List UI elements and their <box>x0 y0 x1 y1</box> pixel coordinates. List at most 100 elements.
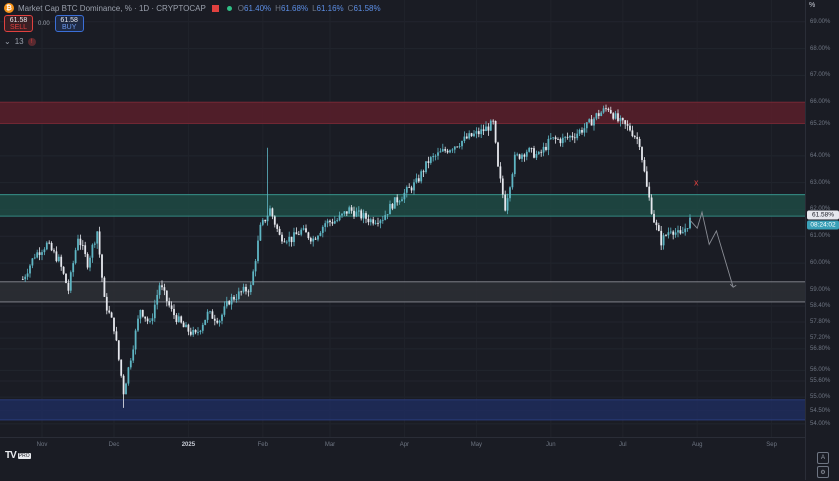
spread-value: 0.00 <box>38 20 50 27</box>
candle-body <box>295 232 298 235</box>
settings-icon[interactable]: ⚙ <box>817 466 829 478</box>
candle-body <box>281 234 283 242</box>
flag-icon[interactable] <box>211 4 219 12</box>
candle-body <box>655 222 658 226</box>
candle-body <box>103 277 106 297</box>
indicator-count[interactable]: 13 <box>15 37 24 46</box>
chevron-down-icon[interactable]: ⌄ <box>4 37 11 46</box>
candle-body <box>561 137 564 144</box>
candle-body <box>446 150 449 153</box>
candle-body <box>302 228 305 230</box>
candle-body <box>564 136 567 138</box>
candle-body <box>223 306 226 315</box>
candle-body <box>170 305 173 309</box>
y-tick-label: 57.80% <box>810 319 831 326</box>
candle-body <box>173 308 175 316</box>
high-value: 61.68% <box>280 3 309 13</box>
x-tick-label: Nov <box>36 442 48 448</box>
candle-body <box>451 149 454 151</box>
candle-body <box>141 309 144 317</box>
percent-scale-button[interactable]: % <box>809 2 815 9</box>
candle-body <box>341 213 343 216</box>
candle-body <box>257 240 259 262</box>
y-tick-label: 66.00% <box>810 99 831 106</box>
candles <box>21 104 691 408</box>
candle-body <box>437 152 439 156</box>
symbol-title[interactable]: Market Cap BTC Dominance, % <box>18 4 132 13</box>
time-axis[interactable]: Nov Dec 2025 Feb Mar Apr May Jun Jul Aug Sep <box>0 437 805 481</box>
price-chart[interactable]: x <box>0 0 805 437</box>
close-value: 61.58% <box>353 3 381 13</box>
chart-header: ₿ Market Cap BTC Dominance, % · 1D · CRY… <box>0 0 805 50</box>
candle-body <box>108 310 111 313</box>
ohlc-values: O61.40% H61.68% L61.16% C61.58% <box>237 3 381 13</box>
candle-body <box>245 286 247 292</box>
candle-body <box>525 151 528 157</box>
candle-body <box>235 298 238 300</box>
candle-body <box>353 210 355 217</box>
candle-body <box>259 224 262 241</box>
y-tick-label: 55.00% <box>810 394 831 401</box>
candle-body <box>593 118 595 126</box>
candle-body <box>187 324 190 332</box>
candle-body <box>619 117 622 122</box>
candle-body <box>161 285 163 288</box>
candle-body <box>24 276 27 280</box>
candle-body <box>547 138 550 150</box>
candle-body <box>465 136 468 139</box>
candle-body <box>569 135 571 138</box>
candle-body <box>79 238 82 246</box>
logo-badge: PRO <box>17 452 31 459</box>
candle-body <box>129 360 132 368</box>
candle-body <box>273 216 276 225</box>
candle-body <box>305 228 307 233</box>
candle-body <box>317 235 319 240</box>
sell-button[interactable]: 61.58 SELL <box>4 15 33 32</box>
candle-body <box>230 296 233 305</box>
candle-body <box>113 317 115 332</box>
candle-body <box>650 197 653 214</box>
candle-body <box>643 159 646 172</box>
candle-body <box>458 146 461 148</box>
x-tick-label: Apr <box>399 442 410 448</box>
candle-body <box>261 219 264 225</box>
candle-body <box>206 311 209 320</box>
candle-body <box>439 151 442 153</box>
candle-body <box>163 287 166 291</box>
candle-body <box>285 241 288 243</box>
candle-body <box>331 222 334 224</box>
auto-scale-button[interactable]: A <box>817 452 829 464</box>
candle-body <box>204 319 207 325</box>
candle-body <box>641 147 643 160</box>
tradingview-logo[interactable]: TV PRO <box>5 450 31 461</box>
candle-body <box>408 186 411 188</box>
candle-body <box>429 157 432 163</box>
candle-body <box>530 148 533 149</box>
y-tick-label: 64.00% <box>810 152 831 159</box>
candle-body <box>614 113 617 119</box>
candle-body <box>420 171 423 182</box>
candle-body <box>523 154 526 157</box>
candle-body <box>209 311 211 313</box>
y-tick-label: 67.00% <box>810 72 831 79</box>
price-axis[interactable]: % 61.58% 08:24:02 69.00% 68.00% 67.00% 66.0… <box>805 0 839 480</box>
candle-body <box>588 119 591 123</box>
candle-body <box>629 125 631 131</box>
candle-body <box>333 221 336 224</box>
target-marker: x <box>694 178 699 188</box>
candle-body <box>290 236 293 243</box>
candle-body <box>329 220 331 223</box>
y-tick-label: 56.80% <box>810 345 831 352</box>
candle-body <box>686 228 689 229</box>
candle-body <box>69 272 72 291</box>
candle-body <box>468 133 471 139</box>
interval-label[interactable]: 1D <box>139 4 149 13</box>
candle-body <box>132 349 135 361</box>
candle-body <box>105 296 108 311</box>
alert-icon[interactable]: ! <box>27 37 36 46</box>
candle-body <box>590 119 593 126</box>
candle-body <box>362 213 365 219</box>
candle-body <box>271 208 274 217</box>
y-tick-label: 69.00% <box>810 18 831 25</box>
buy-button[interactable]: 61.58 BUY <box>54 15 84 32</box>
